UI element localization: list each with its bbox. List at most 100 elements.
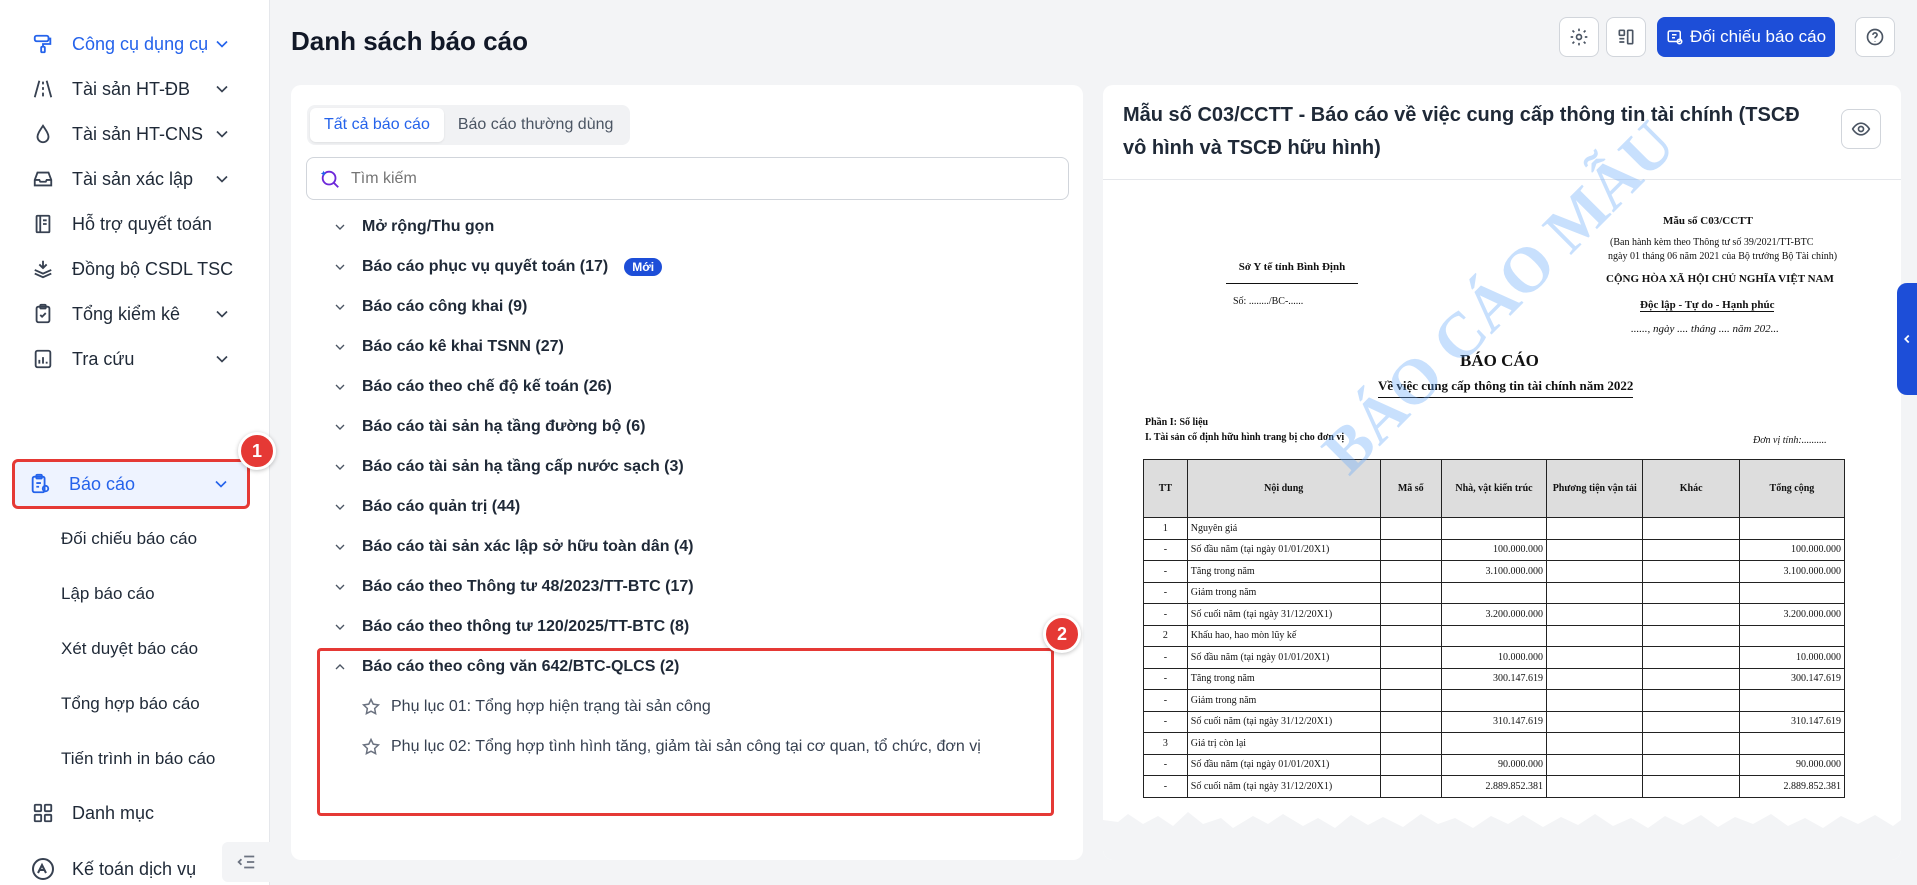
- doc-agency: Sở Y tế tỉnh Bình Định: [1226, 261, 1358, 284]
- table-cell: [1642, 646, 1740, 669]
- eye-icon: [1851, 122, 1871, 136]
- tree-node[interactable]: Báo cáo công khai (9): [332, 292, 527, 322]
- sidebar-item-bao-cao[interactable]: Báo cáo: [12, 459, 250, 509]
- doc-heading: BÁO CÁO: [1460, 351, 1539, 370]
- chevron-down-icon: [216, 175, 228, 183]
- sidebar-item-cong-cu-dung-cu[interactable]: Công cụ dụng cụ: [18, 22, 248, 66]
- table-header-cell: Nhà, vật kiến trúc: [1440, 459, 1548, 518]
- sidebar-item-tai-san-xac-lap[interactable]: Tài sản xác lập: [18, 157, 248, 201]
- table-cell: 90.000.000: [1440, 753, 1548, 776]
- tree-node[interactable]: Báo cáo kê khai TSNN (27): [332, 332, 564, 362]
- table-cell: [1546, 624, 1644, 647]
- sidebar-subitem-xet-duyet-bao-cao[interactable]: Xét duyệt báo cáo: [61, 639, 198, 659]
- table-row: - Số đầu năm (tại ngày 01/01/20X1) 90.000.…: [1143, 753, 1846, 776]
- tree-node[interactable]: Mở rộng/Thu gọn: [332, 212, 494, 242]
- doc-date: ......, ngày .... tháng .... năm 202...: [1631, 323, 1779, 335]
- new-badge: Mới: [624, 258, 663, 276]
- sidebar-item-label: Tra cứu: [72, 348, 135, 369]
- table-cell: [1546, 667, 1644, 690]
- chevron-down-icon: [216, 40, 228, 48]
- table-cell: [1379, 603, 1442, 626]
- table-row: 2 Khấu hao, hao mòn lũy kế: [1143, 624, 1846, 647]
- table-row: - Số đầu năm (tại ngày 01/01/20X1) 10.000.…: [1143, 646, 1846, 669]
- doc-unit: Đơn vị tính:..........: [1753, 435, 1827, 446]
- table-cell: [1546, 581, 1644, 604]
- tab-all-reports[interactable]: Tất cả báo cáo: [310, 108, 444, 142]
- tree-node[interactable]: Báo cáo theo Thông tư 48/2023/TT-BTC (17…: [332, 572, 694, 602]
- table-row: 1 Nguyên giá: [1143, 517, 1846, 540]
- table-cell: [1440, 517, 1548, 540]
- ai-search-icon: [320, 170, 339, 188]
- compare-icon: [1667, 30, 1683, 45]
- gear-icon: [1570, 28, 1588, 46]
- sidebar-item-ke-toan-dich-vu[interactable]: Kế toán dịch vụ: [18, 847, 208, 885]
- table-cell: [1379, 710, 1442, 733]
- sidebar-subitem-lap-bao-cao[interactable]: Lập báo cáo: [61, 584, 155, 604]
- table-cell: [1642, 624, 1740, 647]
- sidebar-subitem-doi-chieu-bao-cao[interactable]: Đối chiếu báo cáo: [61, 529, 197, 549]
- table-cell: [1379, 775, 1442, 798]
- help-button[interactable]: [1855, 17, 1895, 57]
- sidebar-subitem-tong-hop-bao-cao[interactable]: Tổng hợp báo cáo: [61, 694, 200, 714]
- chevron-down-icon: [215, 480, 227, 488]
- clipboard-check-icon: [30, 301, 56, 327]
- table-cell: 3.200.000.000: [1440, 603, 1548, 626]
- chevron-down-icon: [335, 464, 345, 470]
- chevron-down-icon: [335, 224, 345, 230]
- sidebar-item-tai-san-ht-db[interactable]: Tài sản HT-ĐB: [18, 67, 248, 111]
- table-cell: [1642, 689, 1740, 712]
- table-cell: 300.147.619: [1440, 667, 1548, 690]
- tree-node[interactable]: Báo cáo tài sản hạ tầng cấp nước sạch (3…: [332, 452, 684, 482]
- tree-node[interactable]: Báo cáo theo chế độ kế toán (26): [332, 372, 612, 402]
- collapse-sidebar-button[interactable]: [222, 842, 270, 882]
- table-cell: [1738, 517, 1846, 540]
- table-cell: 90.000.000: [1738, 753, 1846, 776]
- tree-node-label: Báo cáo phục vụ quyết toán (17): [362, 258, 609, 275]
- sidebar-item-dong-bo-csdl-tsc[interactable]: Đồng bộ CSDL TSC: [18, 247, 248, 291]
- road-icon: [30, 76, 56, 102]
- compare-report-label: Đối chiếu báo cáo: [1689, 27, 1827, 46]
- settings-button[interactable]: [1559, 17, 1599, 57]
- sidebar-item-tong-kiem-ke[interactable]: Tổng kiểm kê: [18, 292, 248, 336]
- sidebar-item-danh-muc[interactable]: Danh mục: [18, 791, 248, 835]
- table-cell: 3.200.000.000: [1738, 603, 1846, 626]
- sidebar-item-label: Công cụ dụng cụ: [72, 33, 209, 54]
- table-cell: [1546, 646, 1644, 669]
- table-body: 1 Nguyên giá - Số đầu năm (tại ngày 01/01/2…: [1143, 517, 1846, 798]
- table-header-cell: Tổng cộng: [1738, 459, 1846, 518]
- table-cell: 100.000.000: [1738, 538, 1846, 561]
- compare-report-button[interactable]: Đối chiếu báo cáo: [1657, 17, 1835, 57]
- tree-node[interactable]: Báo cáo phục vụ quyết toán (17) Mới: [332, 252, 663, 282]
- tab-frequent-reports[interactable]: Báo cáo thường dùng: [444, 108, 628, 142]
- table-cell: 100.000.000: [1440, 538, 1548, 561]
- tree-node[interactable]: Báo cáo theo thông tư 120/2025/TT-BTC (8…: [332, 612, 689, 642]
- table-cell: [1379, 560, 1442, 583]
- tree-node[interactable]: Báo cáo tài sản hạ tầng đường bộ (6): [332, 412, 645, 442]
- report-table: TT Nội dung Mã số Nhà, vật kiến trúc Phương …: [1143, 459, 1846, 798]
- side-drawer-tab[interactable]: [1897, 283, 1917, 395]
- table-cell: [1546, 732, 1644, 755]
- layout-columns-icon: [1618, 29, 1634, 45]
- table-cell: [1738, 689, 1846, 712]
- preview-toggle-button[interactable]: [1841, 109, 1881, 149]
- tree-node[interactable]: Báo cáo tài sản xác lập sở hữu toàn dân …: [332, 532, 693, 562]
- sidebar-item-tai-san-ht-cns[interactable]: Tài sản HT-CNS: [18, 112, 248, 156]
- table-header-cell: Khác: [1642, 459, 1740, 518]
- layout-button[interactable]: [1606, 17, 1646, 57]
- chevron-down-icon: [335, 424, 345, 430]
- sidebar-item-label: Báo cáo: [69, 473, 136, 494]
- doc-issued-line-2: ngày 01 tháng 06 năm 2021 của Bộ trưởng …: [1608, 251, 1838, 262]
- tree-node[interactable]: Báo cáo quản trị (44): [332, 492, 520, 522]
- table-cell: 310.147.619: [1440, 710, 1548, 733]
- table-cell: Tăng trong năm: [1186, 667, 1381, 690]
- table-cell: [1642, 538, 1740, 561]
- sidebar-item-tra-cuu[interactable]: Tra cứu: [18, 337, 248, 381]
- layers-sync-icon: [30, 256, 56, 282]
- tree-node-label: Báo cáo công khai (9): [362, 298, 528, 315]
- chevron-down-icon: [216, 130, 228, 138]
- sidebar-subitem-tien-trinh-in-bao-cao[interactable]: Tiến trình in báo cáo: [61, 749, 215, 769]
- sidebar-item-label: Tài sản HT-CNS: [72, 123, 204, 144]
- sidebar-item-ho-tro-quyet-toan[interactable]: Hỗ trợ quyết toán: [18, 202, 248, 246]
- chevron-down-icon: [335, 504, 345, 510]
- search-input[interactable]: [351, 169, 1031, 188]
